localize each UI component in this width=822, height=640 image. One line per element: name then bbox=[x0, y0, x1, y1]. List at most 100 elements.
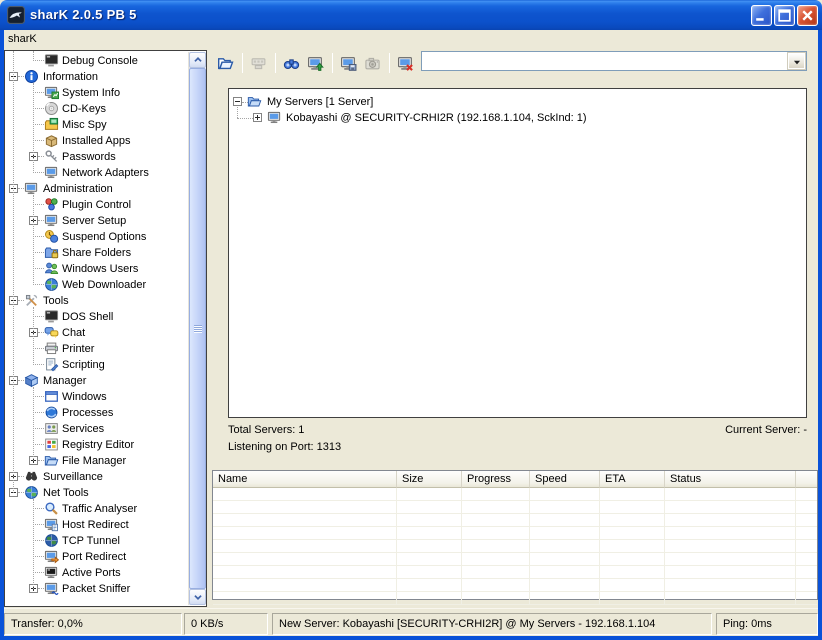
close-button[interactable] bbox=[797, 5, 818, 26]
folder-open-outline-icon bbox=[215, 55, 236, 72]
search-servers-button[interactable] bbox=[280, 52, 303, 74]
monitor-disk-icon bbox=[338, 55, 359, 72]
column-header-progress[interactable]: Progress bbox=[462, 471, 530, 488]
column-header-name[interactable]: Name bbox=[213, 471, 397, 488]
window-border-right bbox=[818, 30, 822, 636]
build-server-button[interactable] bbox=[247, 52, 270, 74]
screen-capture-button[interactable] bbox=[337, 52, 360, 74]
table-cell bbox=[796, 579, 817, 591]
tree-connector bbox=[33, 428, 44, 429]
scroll-up-button[interactable] bbox=[189, 52, 206, 68]
tree-connector bbox=[33, 140, 44, 141]
server-info-button[interactable] bbox=[304, 52, 327, 74]
ping-status-panel: Ping: 0ms bbox=[716, 613, 818, 635]
menu-item-shark[interactable]: sharK bbox=[2, 30, 43, 48]
sidebar-item-label: Administration bbox=[43, 181, 113, 197]
tree-connector bbox=[33, 51, 34, 61]
table-cell bbox=[530, 540, 600, 552]
tools-icon bbox=[24, 293, 40, 309]
table-cell bbox=[462, 514, 530, 526]
table-cell bbox=[665, 579, 796, 591]
collapse-box[interactable] bbox=[233, 97, 242, 106]
sidebar-scrollbar[interactable] bbox=[188, 52, 205, 605]
transfer-table-empty-row bbox=[213, 592, 817, 605]
toolbar-separator bbox=[389, 53, 390, 73]
table-cell bbox=[530, 501, 600, 513]
status-bar: Transfer: 0,0%0 KB/sNew Server: Kobayash… bbox=[0, 608, 822, 636]
sidebar-item-label: Printer bbox=[62, 341, 94, 357]
disconnect-server-button[interactable] bbox=[394, 52, 417, 74]
transfer-table-empty-row bbox=[213, 527, 817, 540]
column-header-eta[interactable]: ETA bbox=[600, 471, 665, 488]
network-adapters-icon bbox=[44, 165, 60, 181]
table-cell bbox=[796, 566, 817, 578]
table-cell bbox=[600, 553, 665, 565]
tree-connector bbox=[33, 540, 44, 541]
column-header-filler bbox=[796, 471, 817, 488]
table-cell bbox=[600, 488, 665, 500]
table-cell bbox=[397, 501, 462, 513]
sidebar-item-label: Windows Users bbox=[62, 261, 138, 277]
server-label: Kobayashi @ SECURITY-CRHI2R (192.168.1.1… bbox=[286, 110, 587, 126]
tree-node-my-servers[interactable]: My Servers [1 Server] bbox=[229, 94, 806, 110]
sidebar-item-label: Network Adapters bbox=[62, 165, 149, 181]
sidebar-item-label: Passwords bbox=[62, 149, 116, 165]
column-header-size[interactable]: Size bbox=[397, 471, 462, 488]
table-cell bbox=[600, 501, 665, 513]
table-cell bbox=[462, 592, 530, 604]
registry-editor-icon bbox=[44, 437, 60, 453]
table-cell bbox=[665, 592, 796, 604]
minimize-button[interactable] bbox=[751, 5, 772, 26]
current-server-label: Current Server: - bbox=[725, 423, 807, 437]
table-cell bbox=[397, 527, 462, 539]
table-cell bbox=[796, 527, 817, 539]
expand-box[interactable] bbox=[253, 113, 262, 122]
table-cell bbox=[462, 540, 530, 552]
toolbar bbox=[212, 50, 418, 76]
sidebar-item-label: Server Setup bbox=[62, 213, 126, 229]
table-cell bbox=[397, 514, 462, 526]
port-redirect-icon bbox=[44, 549, 60, 565]
table-cell bbox=[397, 592, 462, 604]
table-cell bbox=[462, 488, 530, 500]
packet-sniffer-icon bbox=[44, 581, 60, 597]
table-cell bbox=[796, 488, 817, 500]
scroll-down-button[interactable] bbox=[189, 589, 206, 605]
scroll-thumb-grip bbox=[194, 325, 202, 333]
tree-connector bbox=[33, 108, 44, 109]
table-cell bbox=[665, 501, 796, 513]
tree-connector bbox=[33, 444, 44, 445]
sidebar-item-label: Packet Sniffer bbox=[62, 581, 130, 597]
table-cell bbox=[213, 553, 397, 565]
sidebar-item-label: Registry Editor bbox=[62, 437, 134, 453]
maximize-button[interactable] bbox=[774, 5, 795, 26]
transfer-table-empty-row bbox=[213, 553, 817, 566]
table-cell bbox=[530, 488, 600, 500]
monitor-upload-icon bbox=[305, 55, 326, 72]
surveillance-icon bbox=[24, 469, 40, 485]
table-cell bbox=[462, 566, 530, 578]
table-cell bbox=[213, 501, 397, 513]
tree-node-server-kobayashi[interactable]: Kobayashi @ SECURITY-CRHI2R (192.168.1.1… bbox=[229, 110, 806, 126]
minimize-icon bbox=[752, 7, 771, 24]
window-controls bbox=[751, 5, 818, 26]
server-combobox[interactable] bbox=[421, 51, 807, 71]
tree-connector bbox=[33, 268, 44, 269]
sidebar-item-label: System Info bbox=[62, 85, 120, 101]
sidebar-item-label: Suspend Options bbox=[62, 229, 146, 245]
combobox-dropdown-button[interactable] bbox=[788, 53, 805, 69]
open-file-button[interactable] bbox=[214, 52, 237, 74]
tree-connector bbox=[33, 83, 34, 173]
sidebar-item-surveillance[interactable]: Surveillance bbox=[5, 469, 188, 485]
toolbar-separator bbox=[242, 53, 243, 73]
sidebar-item-label: Information bbox=[43, 69, 98, 85]
column-header-status[interactable]: Status bbox=[665, 471, 796, 488]
toolbar-separator bbox=[332, 53, 333, 73]
window-border-left bbox=[0, 30, 4, 636]
column-header-speed[interactable]: Speed bbox=[530, 471, 600, 488]
scroll-thumb[interactable] bbox=[189, 68, 206, 589]
title-bar[interactable]: sharK 2.0.5 PB 5 bbox=[0, 0, 822, 30]
server-icon bbox=[267, 110, 283, 126]
total-servers-label: Total Servers: 1 bbox=[228, 423, 304, 437]
webcam-capture-button[interactable] bbox=[361, 52, 384, 74]
